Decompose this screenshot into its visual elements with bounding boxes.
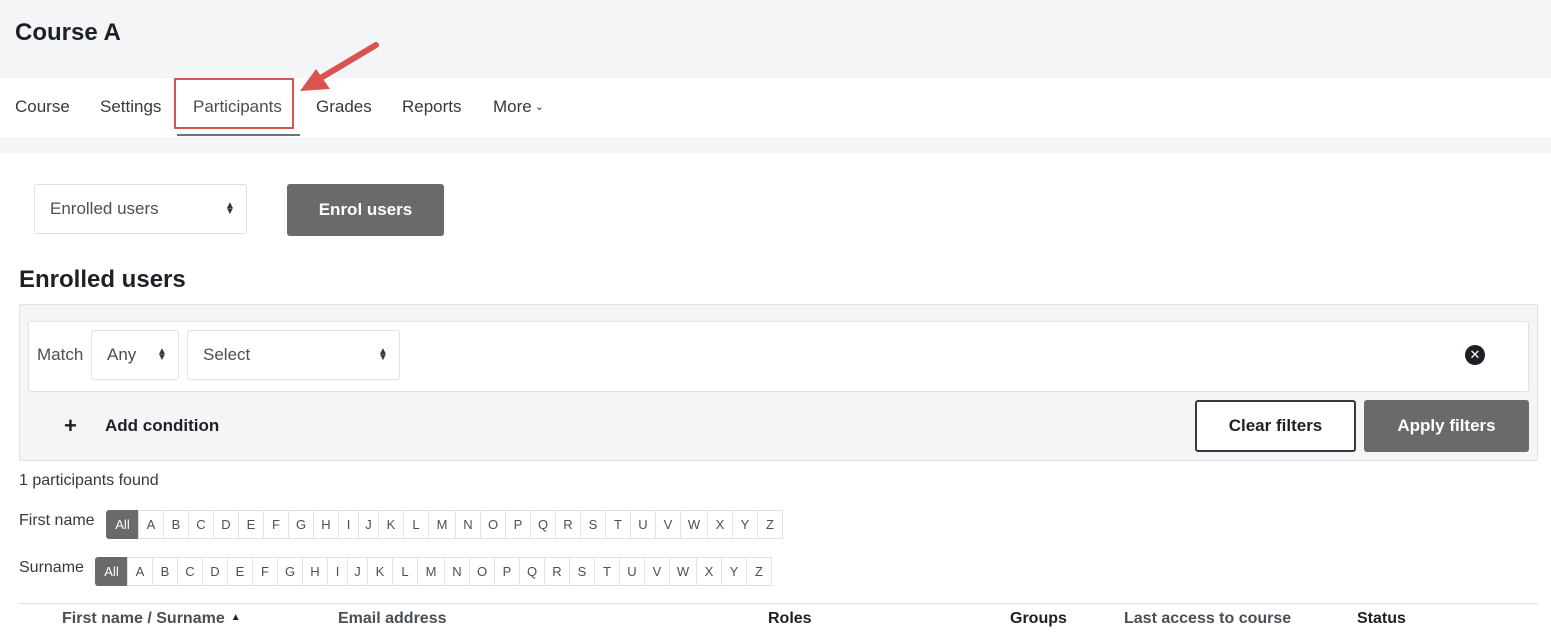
surname-initial-all[interactable]: All — [95, 557, 128, 586]
first-name-initial-p[interactable]: P — [505, 510, 531, 539]
select-arrows-icon: ▲ ▼ — [225, 200, 235, 217]
first-name-initial-f[interactable]: F — [263, 510, 289, 539]
column-header-email[interactable]: Email address — [338, 610, 447, 628]
tab-more-label: More — [493, 97, 532, 116]
select-arrows-icon: ▲ ▼ — [157, 346, 167, 363]
surname-initial-z[interactable]: Z — [746, 557, 772, 586]
first-name-initials-bar: All A B C D E F G H I J K L M N O P Q R S T U V W X Y Z — [106, 510, 783, 539]
first-name-initial-x[interactable]: X — [707, 510, 733, 539]
participants-count: 1 participants found — [19, 472, 159, 489]
surname-initials-label: Surname — [19, 559, 84, 576]
select-arrows-icon: ▲ ▼ — [378, 346, 388, 363]
surname-initial-t[interactable]: T — [594, 557, 620, 586]
plus-icon[interactable]: + — [64, 413, 77, 439]
section-heading: Enrolled users — [19, 266, 186, 293]
first-name-initial-q[interactable]: Q — [530, 510, 556, 539]
first-name-initial-y[interactable]: Y — [732, 510, 758, 539]
surname-initial-u[interactable]: U — [619, 557, 645, 586]
page-header — [0, 0, 1551, 78]
enrol-users-button[interactable]: Enrol users — [287, 184, 444, 236]
first-name-initial-e[interactable]: E — [238, 510, 264, 539]
column-header-roles: Roles — [768, 610, 812, 627]
surname-initial-a[interactable]: A — [127, 557, 153, 586]
page-title: Course A — [15, 19, 121, 46]
surname-initial-p[interactable]: P — [494, 557, 520, 586]
column-header-last-access[interactable]: Last access to course — [1124, 610, 1291, 628]
surname-initial-b[interactable]: B — [152, 557, 178, 586]
surname-initial-d[interactable]: D — [202, 557, 228, 586]
first-name-initial-k[interactable]: K — [378, 510, 404, 539]
remove-condition-icon[interactable]: ✕ — [1465, 345, 1485, 365]
apply-filters-button[interactable]: Apply filters — [1364, 400, 1529, 452]
first-name-initial-h[interactable]: H — [313, 510, 339, 539]
surname-initial-s[interactable]: S — [569, 557, 595, 586]
nav-spacer — [0, 137, 1551, 153]
match-label: Match — [37, 345, 84, 364]
first-name-initial-c[interactable]: C — [188, 510, 214, 539]
first-name-initial-z[interactable]: Z — [757, 510, 783, 539]
column-header-groups: Groups — [1010, 610, 1067, 627]
first-name-initial-u[interactable]: U — [630, 510, 656, 539]
first-name-initial-j[interactable]: J — [358, 510, 379, 539]
surname-initial-i[interactable]: I — [327, 557, 348, 586]
column-header-status: Status — [1357, 610, 1406, 627]
first-name-initial-l[interactable]: L — [403, 510, 429, 539]
surname-initial-v[interactable]: V — [644, 557, 670, 586]
match-select-value: Any — [107, 345, 137, 364]
surname-initial-y[interactable]: Y — [721, 557, 747, 586]
surname-initial-n[interactable]: N — [444, 557, 470, 586]
enrolment-select-value: Enrolled users — [50, 199, 159, 218]
surname-initial-r[interactable]: R — [544, 557, 570, 586]
active-tab-indicator — [177, 134, 300, 136]
tab-settings[interactable]: Settings — [100, 97, 161, 117]
surname-initials-bar: All A B C D E F G H I J K L M N O P Q R S T U V W X Y Z — [95, 557, 772, 586]
clear-filters-button[interactable]: Clear filters — [1195, 400, 1356, 452]
surname-initial-w[interactable]: W — [669, 557, 697, 586]
first-name-initial-m[interactable]: M — [428, 510, 456, 539]
tab-grades[interactable]: Grades — [316, 97, 372, 117]
first-name-initial-all[interactable]: All — [106, 510, 139, 539]
tab-reports[interactable]: Reports — [402, 97, 462, 117]
filter-type-value: Select — [203, 345, 251, 364]
first-name-initial-s[interactable]: S — [580, 510, 606, 539]
first-name-initial-g[interactable]: G — [288, 510, 314, 539]
sort-ascending-icon: ▲ — [230, 612, 241, 623]
first-name-initials-label: First name — [19, 512, 95, 529]
first-name-initial-n[interactable]: N — [455, 510, 481, 539]
surname-initial-g[interactable]: G — [277, 557, 303, 586]
chevron-down-icon: ⌄ — [534, 101, 544, 113]
tab-more[interactable]: More ⌄ — [493, 97, 544, 117]
add-condition-button[interactable]: Add condition — [105, 416, 219, 436]
enrolment-page-select[interactable]: Enrolled users ▲ ▼ — [34, 184, 247, 234]
column-header-name[interactable]: First name / Surname ▲ — [62, 610, 241, 628]
first-name-initial-r[interactable]: R — [555, 510, 581, 539]
surname-initial-l[interactable]: L — [392, 557, 418, 586]
column-header-name-label: First name / Surname — [62, 610, 225, 627]
first-name-initial-a[interactable]: A — [138, 510, 164, 539]
first-name-initial-i[interactable]: I — [338, 510, 359, 539]
surname-initial-j[interactable]: J — [347, 557, 368, 586]
filter-type-select[interactable]: Select ▲ ▼ — [187, 330, 400, 380]
surname-initial-e[interactable]: E — [227, 557, 253, 586]
surname-initial-k[interactable]: K — [367, 557, 393, 586]
first-name-initial-d[interactable]: D — [213, 510, 239, 539]
surname-initial-c[interactable]: C — [177, 557, 203, 586]
first-name-initial-t[interactable]: T — [605, 510, 631, 539]
annotation-highlight-box — [174, 78, 294, 129]
surname-initial-h[interactable]: H — [302, 557, 328, 586]
first-name-initial-w[interactable]: W — [680, 510, 708, 539]
surname-initial-o[interactable]: O — [469, 557, 495, 586]
annotation-arrow-icon — [300, 42, 379, 91]
first-name-initial-o[interactable]: O — [480, 510, 506, 539]
match-select[interactable]: Any ▲ ▼ — [91, 330, 179, 380]
surname-initial-x[interactable]: X — [696, 557, 722, 586]
table-divider — [19, 603, 1538, 604]
surname-initial-q[interactable]: Q — [519, 557, 545, 586]
surname-initial-m[interactable]: M — [417, 557, 445, 586]
tab-course[interactable]: Course — [15, 97, 70, 117]
first-name-initial-v[interactable]: V — [655, 510, 681, 539]
first-name-initial-b[interactable]: B — [163, 510, 189, 539]
surname-initial-f[interactable]: F — [252, 557, 278, 586]
